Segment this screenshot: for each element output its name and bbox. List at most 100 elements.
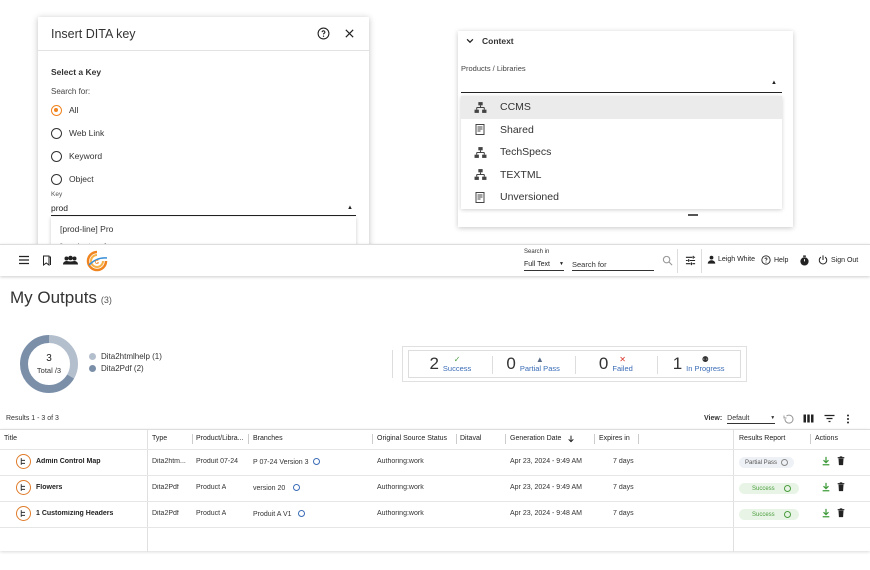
columns-icon[interactable] — [803, 414, 814, 423]
status-badge[interactable]: Success — [739, 483, 799, 494]
menu-icon[interactable] — [17, 253, 31, 267]
view-select[interactable]: Default ▼ — [727, 413, 776, 424]
search-in-select[interactable]: Full Text ▼ — [524, 258, 564, 271]
help-icon[interactable] — [316, 27, 330, 41]
column-separator[interactable] — [810, 434, 811, 444]
context-item-techspecs[interactable]: TechSpecs — [461, 141, 782, 164]
info-icon[interactable] — [783, 511, 791, 518]
column-header-source-status[interactable]: Original Source Status — [377, 435, 447, 442]
timer-icon[interactable] — [797, 253, 811, 267]
context-item-ccms[interactable]: CCMS — [461, 96, 782, 119]
stat-label: Success — [442, 364, 472, 373]
outputs-donut-chart: 3 Total /3 — [20, 335, 78, 393]
sort-down-icon[interactable] — [567, 435, 575, 443]
table-row[interactable]: Flowers Dita2Pdf Product A version 20 Au… — [0, 475, 870, 501]
status-badge[interactable]: Partial Pass — [739, 457, 795, 468]
radio-label: Keyword — [69, 151, 103, 161]
stat-in-progress[interactable]: 1 ⚉ In Progress — [657, 351, 740, 377]
bookmarks-icon[interactable] — [40, 253, 54, 267]
caret-up-icon[interactable]: ▲ — [347, 205, 353, 211]
sign-out-link[interactable]: Sign Out — [818, 255, 858, 265]
key-suggestion-item[interactable]: [prod-line] Pro — [51, 217, 356, 241]
stat-failed[interactable]: 0 ✕ Failed — [574, 351, 658, 377]
key-input[interactable]: prod ▲ — [51, 201, 356, 216]
table-row[interactable]: 1 Customizing Headers Dita2Pdf Product A… — [0, 501, 870, 527]
stat-label: Failed — [612, 364, 633, 373]
context-item-shared[interactable]: Shared — [461, 119, 782, 142]
chevron-down-icon[interactable] — [465, 36, 475, 46]
products-libraries-select[interactable]: ▲ — [461, 76, 782, 93]
context-item-label: TechSpecs — [500, 146, 552, 159]
page-title-count: (3) — [100, 295, 112, 305]
stat-success[interactable]: 2 ✓ Success — [409, 351, 492, 377]
radio-icon[interactable] — [51, 150, 62, 162]
close-icon[interactable] — [342, 27, 356, 41]
download-icon[interactable] — [821, 456, 831, 466]
search-in-value: Full Text — [524, 260, 550, 268]
column-header-generation-date[interactable]: Generation Date — [510, 435, 561, 442]
radio-all[interactable]: All — [51, 103, 78, 117]
delete-icon[interactable] — [836, 508, 846, 518]
column-header-actions[interactable]: Actions — [815, 435, 838, 442]
caret-up-icon[interactable]: ▲ — [771, 80, 777, 86]
column-separator[interactable] — [505, 434, 506, 444]
more-vertical-icon[interactable] — [846, 414, 850, 424]
triangle-icon: ▲ — [535, 355, 544, 364]
info-icon[interactable] — [781, 459, 789, 466]
page-title-text: My Outputs — [10, 288, 97, 307]
delete-icon[interactable] — [836, 456, 846, 466]
column-separator[interactable] — [456, 434, 457, 444]
page-title: My Outputs (3) — [10, 288, 112, 308]
user-menu[interactable]: Leigh White — [707, 255, 755, 264]
radio-icon[interactable] — [51, 173, 62, 185]
search-icon[interactable] — [660, 253, 674, 267]
info-icon[interactable] — [783, 485, 791, 492]
download-icon[interactable] — [821, 508, 831, 518]
radio-icon[interactable] — [51, 127, 62, 139]
info-icon[interactable] — [312, 458, 320, 465]
search-options-icon[interactable] — [683, 253, 697, 267]
radio-web-link[interactable]: Web Link — [51, 126, 104, 140]
column-separator[interactable] — [372, 434, 373, 444]
groups-icon[interactable] — [62, 253, 79, 267]
context-item-textml[interactable]: TEXTML — [461, 164, 782, 187]
column-separator[interactable] — [248, 434, 249, 444]
radio-keyword[interactable]: Keyword — [51, 149, 102, 163]
caret-down-icon[interactable]: ▼ — [559, 261, 564, 267]
context-header[interactable]: Context — [465, 36, 514, 46]
hierarchy-icon — [473, 100, 487, 114]
info-icon[interactable] — [297, 510, 305, 517]
column-separator[interactable] — [638, 434, 639, 444]
help-link[interactable]: Help — [761, 255, 788, 265]
row-type: Dita2Pdf — [152, 510, 179, 517]
svg-text:G: G — [95, 260, 99, 266]
column-header-type[interactable]: Type — [152, 435, 167, 442]
status-badge[interactable]: Success — [739, 509, 799, 520]
column-header-product[interactable]: Product/Libra... — [196, 435, 243, 442]
stat-partial-pass[interactable]: 0 ▲ Partial Pass — [491, 351, 575, 377]
context-item-unversioned[interactable]: Unversioned — [461, 186, 782, 209]
column-separator[interactable] — [594, 434, 595, 444]
person-icon — [707, 255, 716, 264]
column-header-ditaval[interactable]: Ditaval — [460, 435, 481, 442]
column-header-results-report[interactable]: Results Report — [739, 435, 785, 442]
row-title[interactable]: Flowers — [36, 484, 62, 491]
row-title[interactable]: 1 Customizing Headers — [36, 510, 113, 517]
info-icon[interactable] — [293, 484, 301, 491]
table-row[interactable]: Admin Control Map Dita2htm... Produit 07… — [0, 449, 870, 475]
reset-view-icon[interactable] — [783, 414, 795, 424]
row-title[interactable]: Admin Control Map — [36, 458, 101, 465]
column-header-branches[interactable]: Branches — [253, 435, 283, 442]
legend-label: Dita2htmlhelp (1) — [101, 352, 162, 361]
delete-icon[interactable] — [836, 482, 846, 492]
caret-down-icon[interactable]: ▼ — [770, 415, 775, 421]
scrollbar-thumb[interactable] — [688, 214, 698, 216]
column-header-title[interactable]: Title — [4, 435, 17, 442]
radio-object[interactable]: Object — [51, 172, 94, 186]
filter-icon[interactable] — [824, 414, 835, 423]
column-header-expires[interactable]: Expires in — [599, 435, 630, 442]
download-icon[interactable] — [821, 482, 831, 492]
search-input[interactable]: Search for — [572, 258, 654, 271]
radio-selected-icon[interactable] — [51, 104, 62, 116]
column-separator[interactable] — [192, 434, 193, 444]
